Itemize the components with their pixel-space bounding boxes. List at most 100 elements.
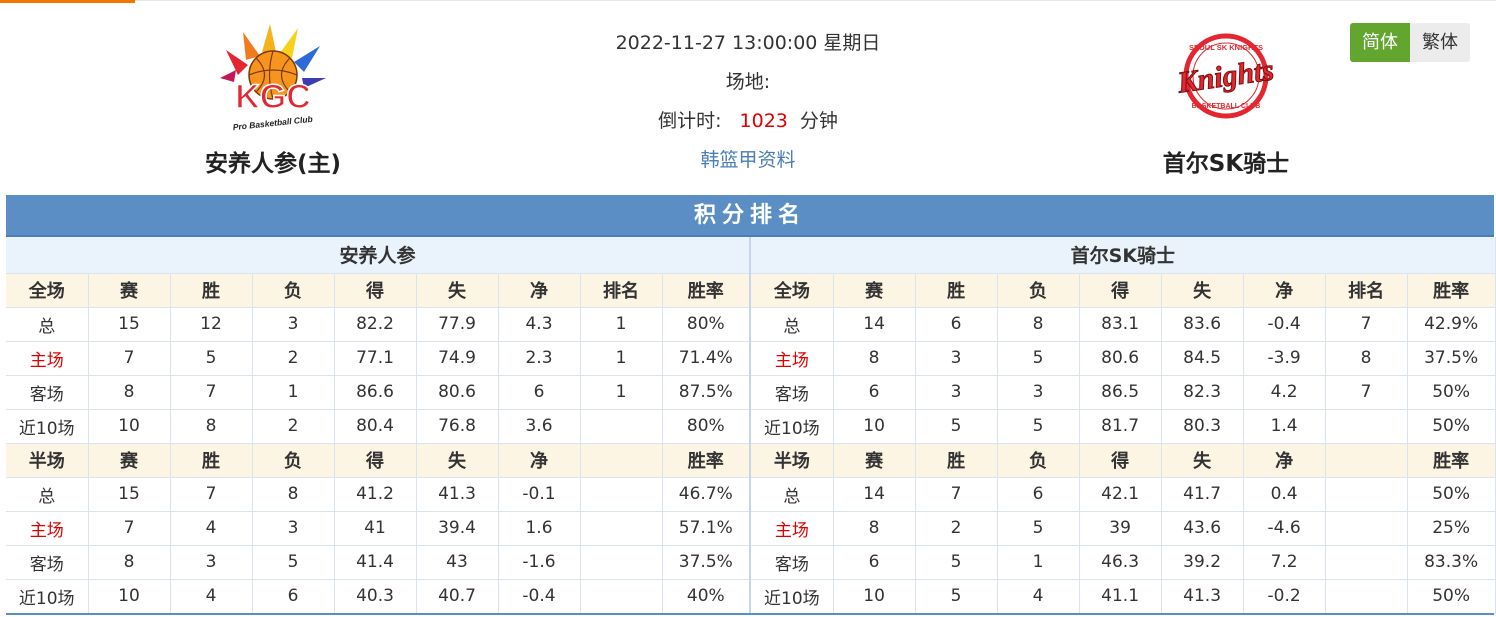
countdown-label: 倒计时: (658, 110, 722, 132)
match-datetime: 2022-11-27 13:00:00 星期日 (615, 32, 881, 54)
table-cell (580, 579, 663, 614)
table-cell: 1 (580, 341, 663, 376)
table-cell: 4.3 (498, 307, 581, 342)
table-cell: 3 (915, 375, 998, 410)
simplified-chinese-button[interactable]: 简体 (1350, 23, 1410, 62)
table-cell: 80% (662, 307, 751, 342)
table-cell: 3 (997, 375, 1080, 410)
table-cell: 14 (833, 477, 916, 512)
home-team: KGC Pro Basketball Club 安养人参(主) (153, 20, 393, 179)
column-header-cell: 半场 (751, 443, 834, 478)
svg-text:SEOUL SK KNIGHTS: SEOUL SK KNIGHTS (1189, 43, 1263, 52)
column-header-cell: 得 (1079, 273, 1162, 308)
column-header-cell: 净 (1243, 443, 1326, 478)
table-cell: 43 (416, 545, 499, 580)
table-cell (580, 545, 663, 580)
table-cell: 8 (252, 477, 335, 512)
row-label-cell: 近10场 (6, 409, 89, 444)
table-cell: 6 (833, 545, 916, 580)
table-cell: 4 (997, 579, 1080, 614)
table-cell: 5 (915, 579, 998, 614)
row-label-cell: 近10场 (6, 579, 89, 614)
table-cell: 42.1 (1079, 477, 1162, 512)
row-label-cell: 主场 (6, 341, 89, 376)
table-cell: 41.3 (416, 477, 499, 512)
table-cell: 74.9 (416, 341, 499, 376)
column-header-cell: 净 (498, 273, 581, 308)
table-row: 近10场 10 5 5 81.7 80.3 1.4 50% (751, 409, 1496, 444)
table-cell: 86.5 (1079, 375, 1162, 410)
table-row: 主场 7 4 3 41 39.4 1.6 57.1% (6, 511, 751, 546)
table-cell: 39.4 (416, 511, 499, 546)
match-info: 2022-11-27 13:00:00 星期日 场地: 倒计时: 1023 分钟 韩… (548, 28, 948, 184)
table-cell: 77.9 (416, 307, 499, 342)
table-cell: 10 (88, 409, 171, 444)
knights-logo-icon[interactable]: SEOUL SK KNIGHTS BASKETBALL CLUB Knights (1106, 20, 1346, 135)
table-cell: -0.4 (1243, 307, 1326, 342)
table-cell: 25% (1407, 511, 1496, 546)
table-cell: 57.1% (662, 511, 751, 546)
table-cell: 5 (997, 511, 1080, 546)
table-cell: 71.4% (662, 341, 751, 376)
away-standings-table: 首尔SK骑士 全场赛胜负得失净排名 胜率总 14 6 8 83.1 83.6 -0.4 7 42.9… (751, 237, 1496, 614)
home-team-name[interactable]: 安养人参(主) (153, 149, 393, 179)
column-header-cell: 赛 (833, 273, 916, 308)
column-header-row: 全场赛胜负得失净排名 胜率 (6, 273, 751, 308)
table-cell: 39 (1079, 511, 1162, 546)
column-header-cell: 得 (1079, 443, 1162, 478)
table-cell: 3 (915, 341, 998, 376)
table-cell: -0.4 (498, 579, 581, 614)
table-cell: 4.2 (1243, 375, 1326, 410)
table-cell (1325, 579, 1408, 614)
column-header-cell: 净 (498, 443, 581, 478)
table-cell: 4 (170, 579, 253, 614)
table-cell: -0.2 (1243, 579, 1326, 614)
table-row: 客场 8 3 5 41.4 43 -1.6 37.5% (6, 545, 751, 580)
table-row: 近10场 10 8 2 80.4 76.8 3.6 80% (6, 409, 751, 444)
table-cell: -0.1 (498, 477, 581, 512)
away-team: SEOUL SK KNIGHTS BASKETBALL CLUB Knights… (1106, 20, 1346, 179)
column-header-cell: 全场 (6, 273, 89, 308)
column-header-cell: 胜率 (1407, 273, 1496, 308)
row-label-cell: 客场 (6, 545, 89, 580)
table-cell: 15 (88, 307, 171, 342)
table-cell: -3.9 (1243, 341, 1326, 376)
table-cell (580, 511, 663, 546)
table-cell: 41.3 (1161, 579, 1244, 614)
table-cell: 7 (88, 341, 171, 376)
table-cell: 0.4 (1243, 477, 1326, 512)
table-cell: 7 (1325, 375, 1408, 410)
table-cell: 83.3% (1407, 545, 1496, 580)
table-cell: 10 (833, 409, 916, 444)
table-cell: 40.3 (334, 579, 417, 614)
table-cell: 81.7 (1079, 409, 1162, 444)
table-cell: 5 (252, 545, 335, 580)
home-standings-table: 安养人参 全场赛胜负得失净排名 胜率总 15 12 3 82.2 77.9 4.3 1 80% 主场 7… (6, 237, 752, 614)
table-cell: 41.1 (1079, 579, 1162, 614)
table-cell: 15 (88, 477, 171, 512)
league-info-link[interactable]: 韩篮甲资料 (700, 149, 795, 171)
column-header-cell: 失 (416, 273, 499, 308)
table-row: 客场 6 3 3 86.5 82.3 4.2 7 50% (751, 375, 1496, 410)
table-cell: 50% (1407, 579, 1496, 614)
table-cell: 12 (170, 307, 253, 342)
table-row: 总 14 6 8 83.1 83.6 -0.4 7 42.9% (751, 307, 1496, 342)
table-row: 客场 6 5 1 46.3 39.2 7.2 83.3% (751, 545, 1496, 580)
row-label-cell: 主场 (6, 511, 89, 546)
row-label-cell: 近10场 (751, 409, 834, 444)
column-header-cell: 失 (416, 443, 499, 478)
table-row: 总 15 12 3 82.2 77.9 4.3 1 80% (6, 307, 751, 342)
table-cell: 8 (997, 307, 1080, 342)
table-cell: 40% (662, 579, 751, 614)
team-header-row: 首尔SK骑士 (751, 237, 1496, 274)
away-team-name[interactable]: 首尔SK骑士 (1106, 149, 1346, 179)
table-cell: 1.4 (1243, 409, 1326, 444)
traditional-chinese-button[interactable]: 繁体 (1410, 23, 1470, 62)
table-cell: 1 (252, 375, 335, 410)
table-cell: 1 (580, 375, 663, 410)
row-label-cell: 主场 (751, 341, 834, 376)
kgc-logo-icon[interactable]: KGC Pro Basketball Club (153, 20, 393, 135)
table-cell: 2 (915, 511, 998, 546)
column-header-cell: 排名 (580, 273, 663, 308)
table-cell: 7 (915, 477, 998, 512)
